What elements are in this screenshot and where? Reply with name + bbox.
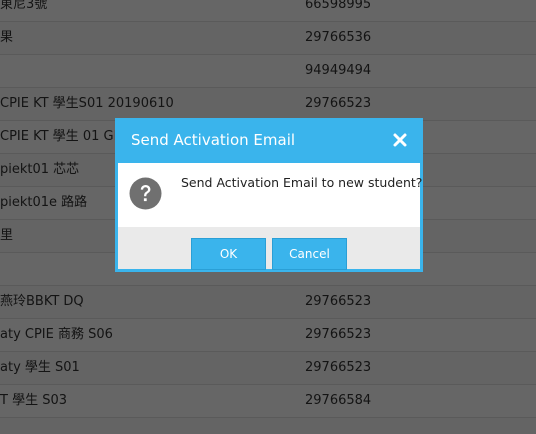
dialog-header: Send Activation Email — [118, 121, 420, 163]
question-icon — [129, 177, 162, 210]
ok-button[interactable]: OK — [191, 238, 266, 270]
close-icon[interactable] — [392, 132, 408, 148]
cancel-button[interactable]: Cancel — [272, 238, 347, 270]
dialog-message: Send Activation Email to new student? — [181, 175, 423, 190]
activation-email-dialog: Send Activation Email Send Activation Em… — [115, 118, 423, 272]
dialog-footer: OK Cancel — [118, 227, 420, 270]
page: 東尼3號66598995果2976653694949494CPIE KT 學生S… — [0, 0, 536, 434]
dialog-body: Send Activation Email to new student? — [118, 163, 423, 227]
dialog-title: Send Activation Email — [131, 131, 296, 149]
